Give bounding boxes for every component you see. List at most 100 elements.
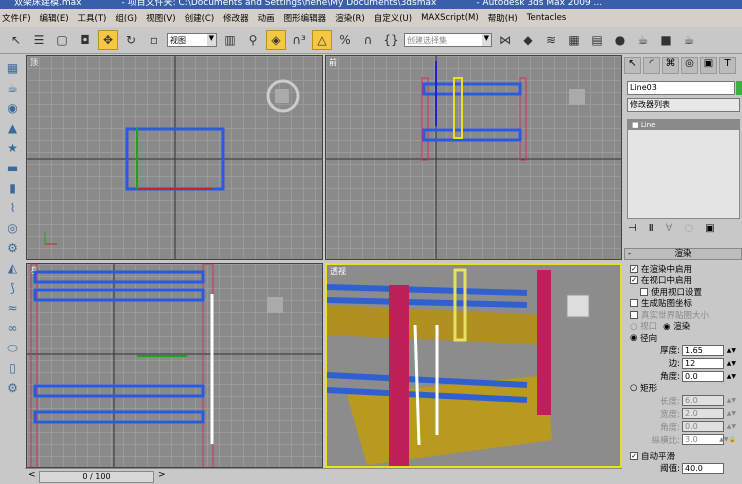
menu-views[interactable]: 视图(V) [146, 12, 175, 24]
next-frame-icon[interactable]: > [158, 470, 166, 480]
snap-icon[interactable]: ◈ [266, 30, 286, 50]
auto-smooth-checkbox[interactable]: ✓ 自动平滑 [624, 450, 742, 462]
cylinder-icon[interactable]: ▮ [4, 181, 22, 198]
pyramid-icon[interactable]: ◭ [4, 261, 22, 278]
menu-maxscript[interactable]: MAXScript(M) [421, 13, 479, 23]
layers-icon[interactable]: ≋ [541, 30, 561, 50]
percent-snap-icon[interactable]: % [335, 30, 355, 50]
utilities-tab-icon[interactable]: T [719, 57, 736, 74]
rendering-rollout-header[interactable]: - 渲染 [624, 248, 742, 260]
viewport-perspective[interactable]: 透视 [325, 263, 622, 468]
rect-angle-input[interactable]: 0.0 [682, 421, 724, 432]
named-selection-select[interactable]: 创建选择集 ▼ [404, 33, 492, 47]
menu-help[interactable]: 帮助(H) [488, 12, 518, 24]
render-setup-icon[interactable]: ☕ [633, 30, 653, 50]
real-world-map-size-checkbox[interactable]: 真实世界贴图大小 [624, 309, 742, 321]
render-radio[interactable]: ◉ 渲染 [663, 320, 690, 332]
rotate-icon[interactable]: ↻ [121, 30, 141, 50]
snap3-icon[interactable]: ∩³ [289, 30, 309, 50]
display-tab-icon[interactable]: ▣ [700, 57, 717, 74]
spinner-snap-icon[interactable]: ∩ [358, 30, 378, 50]
select-by-name-icon[interactable]: ☰ [29, 30, 49, 50]
menu-rendering[interactable]: 渲染(R) [335, 12, 365, 24]
use-viewport-settings-checkbox[interactable]: 使用视口设置 [624, 286, 742, 298]
radial-radio[interactable]: ◉ 径向 [624, 332, 742, 344]
motion-tab-icon[interactable]: ◎ [681, 57, 698, 74]
scale-icon[interactable]: ▫ [144, 30, 164, 50]
create-tab-icon[interactable]: ↖ [624, 57, 641, 74]
spinner-icon[interactable]: ▲▼ [727, 347, 736, 354]
generate-mapping-checkbox[interactable]: 生成贴图坐标 [624, 298, 742, 309]
hose-icon[interactable]: ⟆ [4, 281, 22, 298]
menu-customize[interactable]: 自定义(U) [374, 12, 412, 24]
spinner-icon[interactable]: ▲▼ [727, 410, 736, 417]
enable-in-viewport-checkbox[interactable]: ✓ 在视口中启用 [624, 275, 742, 286]
angle-snap-icon[interactable]: △ [312, 30, 332, 50]
spinner-icon[interactable]: ▲▼ [727, 397, 736, 404]
cone-icon[interactable]: ▲ [4, 121, 22, 138]
mirror-icon[interactable]: ⋈ [495, 30, 515, 50]
pin-stack-icon[interactable]: ⊣ [628, 223, 637, 234]
menu-tentacles[interactable]: Tentacles [527, 13, 567, 23]
move-icon[interactable]: ✥ [98, 30, 118, 50]
menu-create[interactable]: 创建(C) [185, 12, 215, 24]
render-icon[interactable]: ⚙ [4, 381, 22, 398]
mug-icon[interactable]: ▯ [4, 361, 22, 378]
enable-in-renderer-checkbox[interactable]: ✓ 在渲染中启用 [624, 263, 742, 275]
spinner-icon[interactable]: ▲▼ [727, 360, 736, 367]
spinner-icon[interactable]: ▲▼ [727, 423, 736, 430]
menu-tools[interactable]: 工具(T) [78, 12, 107, 24]
show-end-result-icon[interactable]: Ⅱ [649, 223, 654, 234]
modifier-list-select[interactable]: 修改器列表 [627, 98, 740, 112]
aspect-input[interactable]: 3.0 [682, 434, 724, 445]
link-icon[interactable]: ⚲ [243, 30, 263, 50]
plane-icon[interactable]: ▬ [4, 161, 22, 178]
menu-graph-editors[interactable]: 图形编辑器 [284, 12, 327, 24]
pivot-icon[interactable]: ▥ [220, 30, 240, 50]
render-frame-icon[interactable]: ■ [656, 30, 676, 50]
stack-item-line[interactable]: ■ Line [628, 120, 739, 130]
menu-file[interactable]: 文件(F) [2, 12, 31, 24]
time-slider[interactable]: 0 / 100 [39, 471, 154, 483]
rectangular-radio[interactable]: ○ 矩形 [624, 383, 742, 394]
teapot-icon[interactable]: ☕ [4, 81, 22, 98]
configure-sets-icon[interactable]: ▣ [705, 223, 714, 234]
select-icon[interactable]: ↖ [6, 30, 26, 50]
threshold-input[interactable]: 40.0 [682, 462, 724, 474]
menu-modifiers[interactable]: 修改器 [223, 12, 249, 24]
box-icon[interactable]: ▦ [4, 61, 22, 78]
star-icon[interactable]: ★ [4, 141, 22, 158]
capsule-icon[interactable]: ⬭ [4, 341, 22, 358]
menu-animation[interactable]: 动画 [258, 12, 275, 24]
object-color-swatch[interactable] [736, 81, 742, 95]
rect-select-icon[interactable]: ▢ [52, 30, 72, 50]
schematic-icon[interactable]: ▤ [587, 30, 607, 50]
thickness-input[interactable]: 1.65 [682, 344, 724, 356]
ref-coord-select[interactable]: 视图 ▼ [167, 33, 217, 47]
hierarchy-tab-icon[interactable]: ⌘ [662, 57, 679, 74]
spinner-icon[interactable]: ▲▼ [727, 373, 736, 380]
menu-group[interactable]: 组(G) [115, 12, 137, 24]
viewport-radio[interactable]: ○ 视口 [630, 320, 657, 332]
viewport-front[interactable]: 前 [325, 55, 622, 260]
viewport-top[interactable]: 顶 [26, 55, 323, 260]
gear-icon[interactable]: ⚙ [4, 241, 22, 258]
sphere-icon[interactable]: ◉ [4, 101, 22, 118]
modify-tab-icon[interactable]: ◜ [643, 57, 660, 74]
width-input[interactable]: 2.0 [682, 408, 724, 419]
length-input[interactable]: 6.0 [682, 395, 724, 406]
torus-icon[interactable]: ◎ [4, 221, 22, 238]
edit-named-selection-icon[interactable]: {} [381, 30, 401, 50]
wave-icon[interactable]: ≈ [4, 301, 22, 318]
align-icon[interactable]: ◆ [518, 30, 538, 50]
material-editor-icon[interactable]: ● [610, 30, 630, 50]
curve-editor-icon[interactable]: ▦ [564, 30, 584, 50]
lock-icon[interactable]: ▲▼🔒 [719, 436, 736, 443]
knot-icon[interactable]: ∞ [4, 321, 22, 338]
viewport-left[interactable]: 左 [26, 263, 323, 468]
remove-modifier-icon[interactable]: ◌ [684, 223, 693, 234]
angle-input[interactable]: 0.0 [682, 370, 724, 382]
tube-icon[interactable]: ⌇ [4, 201, 22, 218]
menu-edit[interactable]: 编辑(E) [40, 12, 69, 24]
quick-render-icon[interactable]: ☕ [679, 30, 699, 50]
